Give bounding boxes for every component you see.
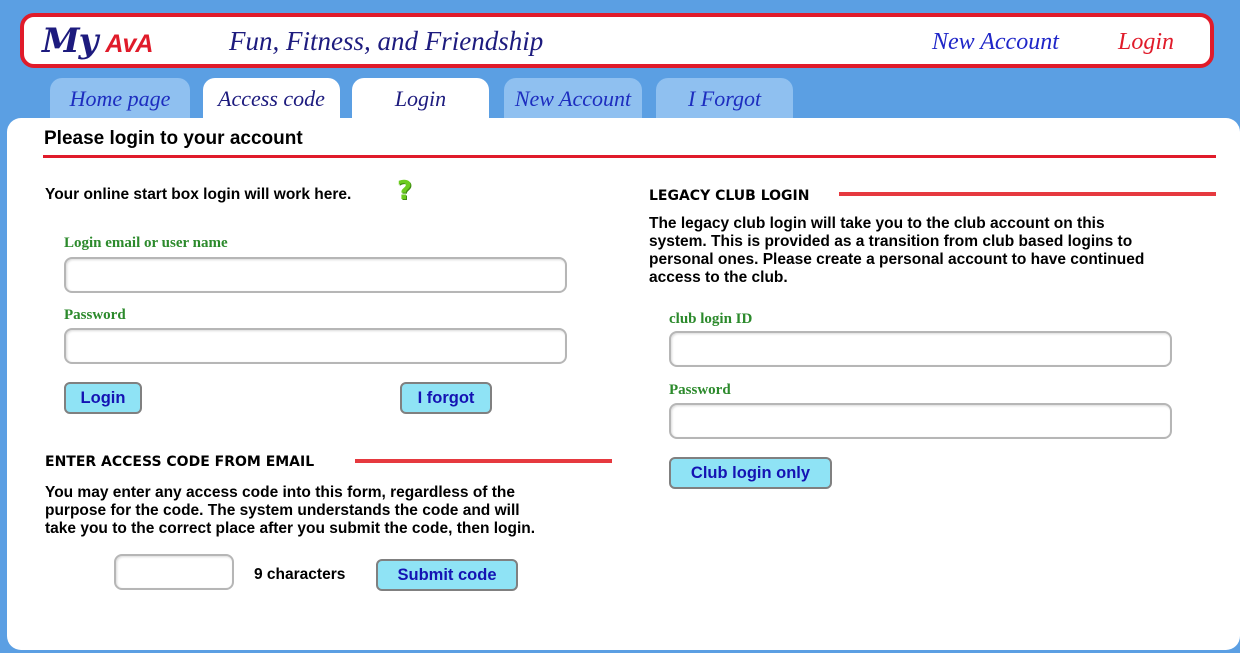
email-field-label: Login email or user name xyxy=(64,235,228,251)
access-code-divider xyxy=(355,459,612,463)
access-code-desc-line-3: take you to the correct place after you … xyxy=(45,520,536,537)
help-question-icon[interactable]: ? xyxy=(397,176,412,206)
club-password-field[interactable] xyxy=(669,403,1172,439)
access-code-length-hint: 9 characters xyxy=(254,566,346,583)
submit-code-button[interactable]: Submit code xyxy=(376,559,518,591)
club-password-field-label: Password xyxy=(669,382,731,398)
logo-ava-text: AvA xyxy=(105,30,153,58)
tab-home-page[interactable]: Home page xyxy=(50,78,190,120)
legacy-club-divider xyxy=(839,192,1216,196)
tab-login[interactable]: Login xyxy=(352,78,489,120)
legacy-desc-line-1: The legacy club login will take you to t… xyxy=(649,215,1105,232)
site-tagline: Fun, Fitness, and Friendship xyxy=(229,26,544,56)
forgot-button[interactable]: I forgot xyxy=(400,382,492,414)
legacy-club-heading: LEGACY CLUB LOGIN xyxy=(649,188,810,204)
header-new-account-link[interactable]: New Account xyxy=(932,29,1059,56)
password-field-label: Password xyxy=(64,307,126,323)
club-id-field-label: club login ID xyxy=(669,311,753,327)
access-code-input[interactable] xyxy=(114,554,234,590)
site-logo[interactable]: My AvA xyxy=(42,21,153,61)
email-field[interactable] xyxy=(64,257,567,293)
header-banner: My AvA Fun, Fitness, and Friendship New … xyxy=(20,13,1214,68)
logo-my-text: My xyxy=(42,21,98,61)
legacy-desc-line-3: personal ones. Please create a personal … xyxy=(649,251,1145,268)
page-title: Please login to your account xyxy=(44,128,303,149)
tab-i-forgot[interactable]: I Forgot xyxy=(656,78,793,120)
main-panel: Please login to your account Your online… xyxy=(7,118,1240,650)
club-id-field[interactable] xyxy=(669,331,1172,367)
login-button[interactable]: Login xyxy=(64,382,142,414)
legacy-desc-line-4: access to the club. xyxy=(649,269,788,286)
header-login-link[interactable]: Login xyxy=(1118,29,1174,56)
title-divider xyxy=(43,155,1216,158)
login-intro-text: Your online start box login will work he… xyxy=(45,186,352,203)
access-code-heading: ENTER ACCESS CODE FROM EMAIL xyxy=(45,454,315,470)
access-code-desc-line-1: You may enter any access code into this … xyxy=(45,484,516,501)
password-field[interactable] xyxy=(64,328,567,364)
access-code-desc-line-2: purpose for the code. The system underst… xyxy=(45,502,520,519)
legacy-desc-line-2: system. This is provided as a transition… xyxy=(649,233,1133,250)
club-login-button[interactable]: Club login only xyxy=(669,457,832,489)
tab-access-code[interactable]: Access code xyxy=(203,78,340,120)
tab-new-account[interactable]: New Account xyxy=(504,78,642,120)
